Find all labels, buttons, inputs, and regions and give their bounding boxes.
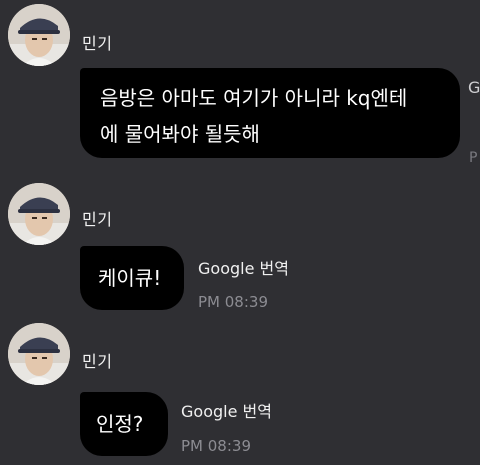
google-translate-button[interactable]: Google 번역: [198, 255, 289, 279]
avatar-photo: [8, 323, 70, 385]
message-text-line: 케이큐!: [98, 266, 162, 290]
avatar[interactable]: [8, 183, 70, 245]
message-timestamp: P: [469, 150, 478, 166]
message-bubble[interactable]: 케이큐!: [80, 246, 184, 310]
translate-button[interactable]: G: [468, 78, 480, 97]
avatar-photo: [8, 183, 70, 245]
sender-name: 민기: [82, 210, 113, 229]
message-text-line: 인정?: [96, 412, 144, 436]
message-text-line: 에 물어봐야 될듯해: [100, 122, 260, 146]
sender-name: 민기: [82, 352, 113, 371]
google-translate-button[interactable]: Google 번역: [181, 398, 272, 422]
message-text-line: 음방은 아마도 여기가 아니라 kq엔테: [100, 86, 408, 110]
message-timestamp: PM 08:39: [198, 293, 268, 311]
message-bubble[interactable]: 인정?: [80, 392, 168, 456]
sender-name: 민기: [82, 34, 113, 53]
avatar[interactable]: [8, 4, 70, 66]
message-bubble[interactable]: 음방은 아마도 여기가 아니라 kq엔테 에 물어봐야 될듯해: [80, 68, 460, 158]
avatar[interactable]: [8, 323, 70, 385]
avatar-photo: [8, 4, 70, 66]
message-timestamp: PM 08:39: [181, 437, 251, 455]
